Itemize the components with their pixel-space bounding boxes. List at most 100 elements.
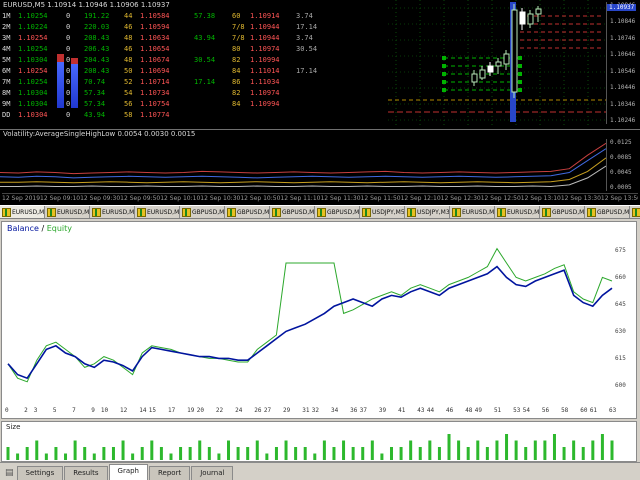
tester-tab-graph[interactable]: Graph <box>109 464 148 480</box>
indicator-subwindow: Volatility:AverageSingleHighLow 0.0054 0… <box>0 129 640 205</box>
x-axis-tick: 61 <box>590 407 597 414</box>
current-price-marker: 1.10937 <box>607 4 636 11</box>
chart-tab[interactable]: EURUSD,M5 (visual) <box>495 206 540 218</box>
time-axis: 12 Sep 201912 Sep 09:1012 Sep 09:3012 Se… <box>2 193 638 205</box>
tester-grid-icon: ▤ <box>2 466 17 480</box>
chart-thumbnail-icon <box>137 208 146 217</box>
x-axis-tick: 26 <box>254 407 261 414</box>
x-axis-tick: 32 <box>312 407 319 414</box>
y-axis-tick: 615 <box>615 355 626 362</box>
price-scale-label: 1.10646 <box>610 51 640 58</box>
price-scale-label: 1.10746 <box>610 35 640 42</box>
chart-tab[interactable]: EURUSD,M5 <box>0 206 45 218</box>
chart-thumbnail-icon <box>317 208 326 217</box>
ea-grid-row: 4M1.102540206.43461.10654801.1097430.54 <box>2 44 324 55</box>
x-axis-tick: 9 <box>91 407 95 414</box>
ea-grid-row: 3M1.102540208.43481.1063443.947/81.10944… <box>2 33 324 44</box>
x-axis-tick: 49 <box>475 407 482 414</box>
chart-thumbnail-icon <box>407 208 416 217</box>
chart-thumbnail-icon <box>182 208 191 217</box>
chart-thumbnail-icon <box>362 208 371 217</box>
chart-thumbnail-icon <box>632 208 640 217</box>
x-axis-tick: 19 <box>187 407 194 414</box>
price-scale-label: 1.10446 <box>610 84 640 91</box>
chart-tab-label: EURUSD,M5 (visual) <box>462 209 495 216</box>
x-axis-tick: 17 <box>168 407 175 414</box>
time-label: 12 Sep 13:30 <box>561 194 601 205</box>
chart-tab[interactable]: USDJPY,M5 <box>360 206 405 218</box>
x-axis-tick: 27 <box>264 407 271 414</box>
indicator-scale: 0.01250.00850.00450.0005 <box>606 139 640 191</box>
y-axis-tick: 630 <box>615 328 626 335</box>
x-axis-tick: 20 <box>197 407 204 414</box>
x-axis-tick: 41 <box>398 407 405 414</box>
ea-grid-row: 8M1.10304057.34541.10734821.10974 <box>2 88 324 99</box>
chart-tab-label: GBPUSD,M5 <box>192 209 225 216</box>
chart-tab-label: EURUSD,M5 <box>147 209 180 216</box>
ea-data-grid: 1M1.102540191.22441.1058457.38601.109143… <box>2 11 324 121</box>
ea-grid-row: 5M1.103040204.43481.1067430.54821.10994 <box>2 55 324 66</box>
y-axis-tick: 600 <box>615 382 626 389</box>
chart-tab[interactable]: EURUSD,M5 (visual) <box>450 206 495 218</box>
lot-size-box: Size <box>1 421 637 462</box>
chart-thumbnail-icon <box>272 208 281 217</box>
chart-tab-label: EURUSD,M5 <box>12 209 45 216</box>
ea-grid-row: 9M1.10304057.34561.10754841.10994 <box>2 99 324 110</box>
chart-tab[interactable]: GBPUSD,M5 (visual) <box>585 206 630 218</box>
time-label: 12 Sep 09:10 <box>40 194 80 205</box>
x-axis-tick: 39 <box>379 407 386 414</box>
chart-tab-label: GBPUSD,M5 (visual) <box>597 209 630 216</box>
price-scale-label: 1.10546 <box>610 68 640 75</box>
chart-tab[interactable]: GBPUSD,M5 (visual) <box>540 206 585 218</box>
x-axis-tick: 24 <box>235 407 242 414</box>
chart-thumbnail-icon <box>542 208 551 217</box>
time-label: 12 Sep 12:30 <box>441 194 481 205</box>
x-axis-tick: 37 <box>360 407 367 414</box>
y-axis-tick: 675 <box>615 247 626 254</box>
x-axis-tick: 15 <box>149 407 156 414</box>
chart-tab[interactable]: USDJPY,M30 <box>405 206 450 218</box>
time-label: 12 Sep 13:10 <box>521 194 561 205</box>
x-axis-tick: 34 <box>331 407 338 414</box>
time-label: 12 Sep 12:50 <box>481 194 521 205</box>
ea-grid-row: 2M1.102240220.03461.105947/81.1094417.14 <box>2 22 324 33</box>
chart-tab[interactable]: GBPUSD,M5 <box>180 206 225 218</box>
tester-tab-results[interactable]: Results <box>64 466 107 480</box>
chart-thumbnail-icon <box>497 208 506 217</box>
chart-tab-label: EURUSD,M5 (visual) <box>507 209 540 216</box>
time-label: 12 Sep 10:30 <box>200 194 240 205</box>
time-label: 12 Sep 2019 <box>2 194 40 205</box>
chart-thumbnail-icon <box>92 208 101 217</box>
time-label: 12 Sep 13:50 <box>601 194 638 205</box>
chart-tab-bar: EURUSD,M5EURUSD,M15EURUSD,M30EURUSD,M5GB… <box>0 205 640 218</box>
x-axis-tick: 10 <box>101 407 108 414</box>
chart-tab-label: GBPUSD,M15 <box>237 209 270 216</box>
time-label: 12 Sep 12:10 <box>401 194 441 205</box>
x-axis-tick: 0 <box>5 407 9 414</box>
indicator-scale-label: 0.0085 <box>610 154 640 161</box>
tester-tab-settings[interactable]: Settings <box>17 466 64 480</box>
chart-tab[interactable]: GBPUSD,M15 <box>225 206 270 218</box>
indicator-lines <box>0 139 606 193</box>
x-axis-tick: 60 <box>580 407 587 414</box>
gauge-bar <box>57 54 64 62</box>
chart-tab[interactable]: GBPUSD,M30 <box>270 206 315 218</box>
x-axis-tick: 31 <box>302 407 309 414</box>
chart-tab[interactable]: EURUSD,M5 <box>135 206 180 218</box>
x-axis-tick: 5 <box>53 407 57 414</box>
tester-tab-journal[interactable]: Journal <box>191 466 233 480</box>
x-axis-tick: 48 <box>465 407 472 414</box>
graph-x-axis: 0235791012141517192022242627293132343637… <box>2 406 638 416</box>
x-axis-tick: 14 <box>139 407 146 414</box>
ea-grid-row: 7M1.10254070.74521.1071417.14861.11034 <box>2 77 324 88</box>
chart-tab[interactable]: GBPUSD,M5 <box>315 206 360 218</box>
indicator-label: Volatility:AverageSingleHighLow 0.0054 0… <box>3 130 195 138</box>
chart-tab[interactable]: EURUSD,M30 <box>90 206 135 218</box>
chart-tab[interactable]: USDJPY,M5 (visual) <box>630 206 640 218</box>
chart-thumbnail-icon <box>2 208 11 217</box>
chart-tab[interactable]: EURUSD,M15 <box>45 206 90 218</box>
chart-tab-label: USDJPY,M30 <box>417 209 450 216</box>
x-axis-tick: 2 <box>24 407 28 414</box>
tester-tab-report[interactable]: Report <box>149 466 190 480</box>
metatrader-strategy-tester-window: { "price_chart": { "title": "EURUSD,M5 1… <box>0 0 640 480</box>
